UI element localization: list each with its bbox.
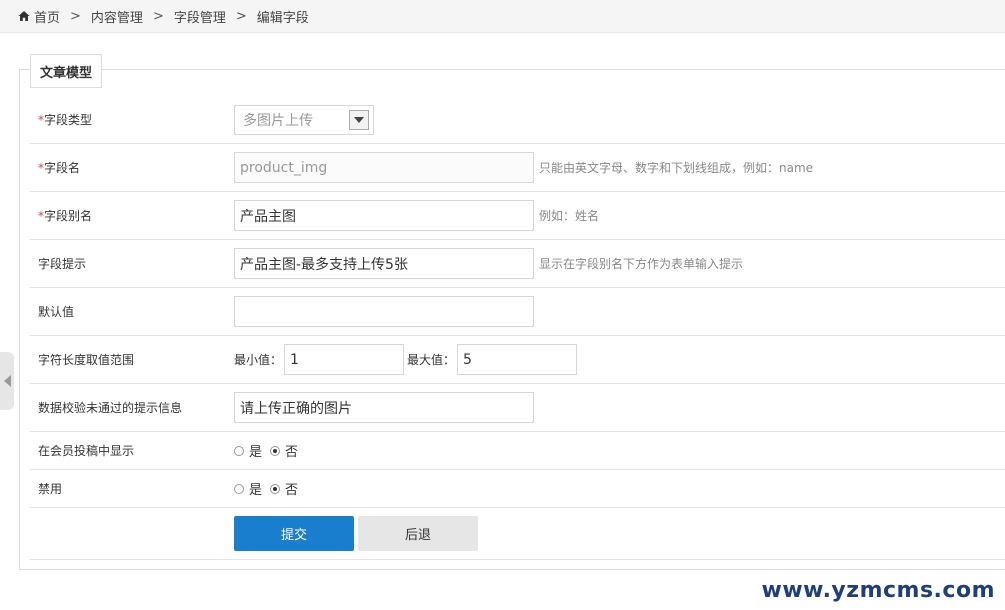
- row-length-range: 字符长度取值范围 最小值： 最大值：: [30, 336, 1005, 384]
- default-value-input[interactable]: [234, 296, 534, 327]
- radio-checked-icon: [270, 483, 281, 494]
- breadcrumb-separator: >: [152, 8, 164, 24]
- show-in-member-field: 是 否: [234, 441, 306, 460]
- row-field-type: *字段类型 多图片上传: [30, 96, 1005, 144]
- breadcrumb-item-current: 编辑字段: [256, 10, 309, 26]
- field-type-field: 多图片上传: [234, 104, 374, 135]
- show-in-member-no-radio[interactable]: 否: [270, 441, 298, 460]
- min-value-input[interactable]: [284, 344, 405, 375]
- default-value-field: [234, 296, 534, 327]
- submit-button[interactable]: 提交: [234, 516, 354, 551]
- radio-yes-label: 是: [249, 445, 263, 460]
- radio-unchecked-icon: [234, 445, 244, 456]
- field-name-field: 只能由英文字母、数字和下划线组成，例如：name: [234, 152, 813, 183]
- field-tip-hint: 显示在字段别名下方作为表单输入提示: [539, 257, 744, 271]
- watermark: www.yzmcms.com: [761, 578, 995, 603]
- radio-checked-icon: [270, 445, 281, 456]
- breadcrumb-separator: >: [70, 8, 81, 24]
- breadcrumb-home[interactable]: 首页: [34, 7, 60, 26]
- field-type-label: *字段类型: [38, 111, 92, 128]
- field-alias-label-text: 字段别名: [44, 209, 93, 223]
- panel-legend: 文章模型: [30, 54, 103, 88]
- field-tip-input[interactable]: [234, 248, 534, 279]
- sidebar-collapse-handle[interactable]: [0, 352, 14, 410]
- radio-yes-label: 是: [249, 483, 263, 498]
- field-alias-field: 例如：姓名: [234, 200, 599, 231]
- row-show-in-member: 在会员投稿中显示 是 否: [30, 432, 1005, 470]
- default-value-label: 默认值: [38, 305, 75, 319]
- breadcrumb-item-fields[interactable]: 字段管理: [174, 7, 226, 26]
- row-field-name: *字段名 只能由英文字母、数字和下划线组成，例如：name: [30, 144, 1005, 192]
- disabled-yes-radio[interactable]: 是: [234, 479, 262, 498]
- home-icon[interactable]: [18, 10, 30, 22]
- radio-unchecked-icon: [234, 483, 244, 494]
- breadcrumb-separator: >: [235, 8, 247, 24]
- field-name-hint: 只能由英文字母、数字和下划线组成，例如：name: [539, 161, 814, 175]
- radio-no-label: 否: [285, 483, 299, 498]
- show-in-member-yes-radio[interactable]: 是: [234, 441, 262, 460]
- min-value-label: 最小值：: [234, 353, 283, 367]
- length-range-field: 最小值： 最大值：: [234, 344, 578, 375]
- field-type-label-text: 字段类型: [44, 113, 93, 127]
- radio-no-label: 否: [285, 445, 299, 460]
- length-range-label: 字符长度取值范围: [38, 353, 135, 367]
- disabled-field: 是 否: [234, 479, 306, 498]
- error-message-label: 数据校验未通过的提示信息: [38, 401, 183, 415]
- row-actions: 提交 后退: [30, 508, 1005, 560]
- row-error-message: 数据校验未通过的提示信息: [30, 384, 1005, 432]
- row-field-tip: 字段提示 显示在字段别名下方作为表单输入提示: [30, 240, 1005, 288]
- breadcrumb: 首页 > 内容管理 > 字段管理 > 编辑字段: [0, 0, 1005, 33]
- disabled-no-radio[interactable]: 否: [270, 479, 298, 498]
- disabled-label: 禁用: [38, 482, 63, 496]
- row-disabled: 禁用 是 否: [30, 470, 1005, 508]
- field-name-label: *字段名: [38, 159, 80, 176]
- field-type-select[interactable]: 多图片上传: [234, 104, 374, 135]
- row-default-value: 默认值: [30, 288, 1005, 336]
- chevron-left-icon: [3, 375, 11, 387]
- error-message-field: [234, 392, 534, 423]
- field-alias-input[interactable]: [234, 200, 534, 231]
- max-value-input[interactable]: [457, 344, 578, 375]
- field-type-value: 多图片上传: [243, 112, 313, 129]
- max-value-label: 最大值：: [407, 353, 456, 367]
- row-field-alias: *字段别名 例如：姓名: [30, 192, 1005, 240]
- field-tip-field: 显示在字段别名下方作为表单输入提示: [234, 248, 743, 279]
- field-name-label-text: 字段名: [44, 161, 81, 175]
- actions-field: 提交 后退: [234, 516, 478, 551]
- error-message-input[interactable]: [234, 392, 534, 423]
- show-in-member-label: 在会员投稿中显示: [38, 444, 135, 458]
- dropdown-button[interactable]: [349, 109, 369, 130]
- field-alias-label: *字段别名: [38, 207, 92, 224]
- field-tip-label: 字段提示: [38, 257, 87, 271]
- breadcrumb-item-content[interactable]: 内容管理: [91, 7, 143, 26]
- chevron-down-icon: [354, 116, 364, 123]
- field-name-input[interactable]: [234, 152, 534, 183]
- back-button[interactable]: 后退: [358, 516, 478, 551]
- field-alias-hint: 例如：姓名: [539, 209, 600, 223]
